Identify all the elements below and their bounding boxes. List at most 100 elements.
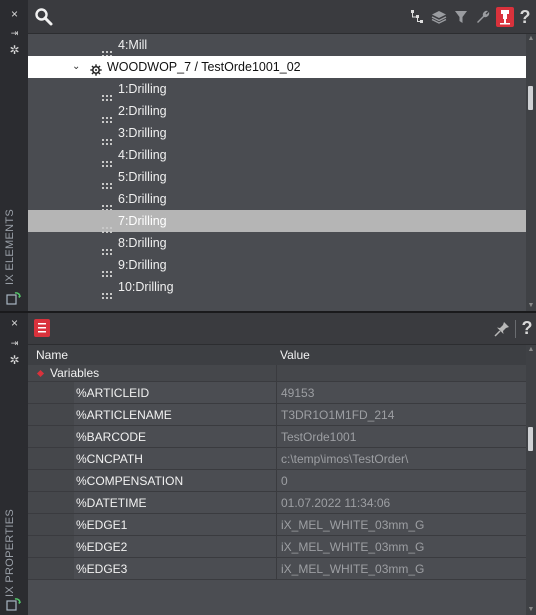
properties-side-strip: × ⇥ ✲ IX PROPERTIES — [0, 313, 28, 615]
group-value-cell — [276, 365, 526, 382]
row-gutter — [28, 558, 74, 580]
property-row[interactable]: %CNCPATH c:\temp\imos\TestOrder\ — [28, 448, 526, 470]
column-header-name[interactable]: Name — [36, 348, 68, 362]
scroll-up-icon[interactable]: ▲ — [526, 34, 536, 44]
help-icon[interactable]: ? — [520, 318, 534, 339]
tree-item[interactable]: ⌄ WOODWOP_7 / TestOrde1001_02 — [28, 56, 526, 78]
property-value[interactable]: iX_MEL_WHITE_03mm_G — [276, 536, 526, 558]
column-header-value[interactable]: Value — [280, 348, 310, 362]
auto-hide-icon[interactable]: ⇥ — [8, 337, 21, 350]
operation-icon — [102, 284, 114, 299]
properties-grid: Name Value Variables %ARTICLEID 49153 %ART… — [28, 345, 526, 615]
property-value[interactable]: 49153 — [276, 382, 526, 404]
elements-side-label: IX ELEMENTS — [4, 208, 16, 285]
scroll-down-icon[interactable]: ▼ — [526, 301, 536, 311]
property-name: %ARTICLENAME — [74, 404, 276, 426]
operation-icon — [102, 108, 114, 123]
elements-side-strip: × ⇥ ✲ IX ELEMENTS — [0, 0, 28, 311]
properties-list-icon[interactable] — [34, 319, 50, 337]
tree-item[interactable]: 5:Drilling — [28, 166, 526, 189]
operation-icon — [102, 152, 114, 167]
row-gutter — [28, 536, 74, 558]
properties-scrollbar[interactable]: ▲ ▼ — [526, 345, 536, 615]
machine-red-icon[interactable] — [496, 7, 514, 27]
settings-icon[interactable]: ✲ — [8, 354, 21, 367]
property-value[interactable]: 0 — [276, 470, 526, 492]
tree-item-label: 7:Drilling — [118, 214, 167, 228]
tree-item-label: 5:Drilling — [118, 170, 167, 184]
operation-icon — [102, 174, 114, 189]
property-value[interactable]: 01.07.2022 11:34:06 — [276, 492, 526, 514]
tree-item[interactable]: 1:Drilling — [28, 78, 526, 101]
tree-item[interactable]: 4:Drilling — [28, 144, 526, 167]
tree-item[interactable]: 8:Drilling — [28, 232, 526, 255]
collapse-marker-icon[interactable] — [36, 369, 45, 378]
property-row[interactable]: %EDGE1 iX_MEL_WHITE_03mm_G — [28, 514, 526, 536]
tree-item[interactable]: 6:Drilling — [28, 188, 526, 211]
settings-icon[interactable]: ✲ — [8, 44, 21, 57]
tree-item-label: 2:Drilling — [118, 104, 167, 118]
tree-item[interactable]: 9:Drilling — [28, 254, 526, 277]
tree-item-label: 8:Drilling — [118, 236, 167, 250]
property-row[interactable]: %EDGE2 iX_MEL_WHITE_03mm_G — [28, 536, 526, 558]
properties-tools: ? — [493, 318, 534, 339]
refresh-icon[interactable] — [6, 597, 22, 611]
properties-toolbar: ? — [28, 313, 536, 345]
help-icon[interactable]: ? — [518, 7, 532, 28]
wrench-icon[interactable] — [474, 7, 492, 27]
chevron-down-icon[interactable]: ⌄ — [72, 56, 80, 78]
row-gutter — [28, 470, 74, 492]
property-name: %EDGE2 — [74, 536, 276, 558]
auto-hide-icon[interactable]: ⇥ — [8, 27, 21, 40]
tree-item-label: 4:Mill — [118, 38, 148, 52]
app-window: × ⇥ ✲ IX ELEMENTS ? 4:Mill ⌄ WOODWOP_7 /… — [0, 0, 536, 615]
property-name: %CNCPATH — [74, 448, 276, 470]
refresh-icon[interactable] — [6, 291, 22, 305]
grid-header: Name Value — [28, 345, 526, 365]
tree-item[interactable]: 7:Drilling — [28, 210, 526, 233]
tree-structure-icon[interactable] — [408, 7, 426, 27]
operation-icon — [102, 218, 114, 233]
row-gutter — [28, 492, 74, 514]
close-icon[interactable]: × — [8, 317, 21, 330]
property-row[interactable]: %EDGE3 iX_MEL_WHITE_03mm_G — [28, 558, 526, 580]
property-value[interactable]: iX_MEL_WHITE_03mm_G — [276, 514, 526, 536]
property-row[interactable]: %ARTICLENAME T3DR1O1M1FD_214 — [28, 404, 526, 426]
elements-toolbar: ? — [28, 0, 536, 34]
tree-item[interactable]: 2:Drilling — [28, 100, 526, 123]
scroll-up-icon[interactable]: ▲ — [526, 345, 536, 355]
row-gutter — [28, 448, 74, 470]
scroll-thumb[interactable] — [528, 427, 533, 451]
property-value[interactable]: TestOrde1001 — [276, 426, 526, 448]
properties-side-label: IX PROPERTIES — [4, 508, 16, 597]
tree-item-label: 6:Drilling — [118, 192, 167, 206]
search-icon[interactable] — [34, 7, 54, 27]
close-icon[interactable]: × — [8, 8, 21, 21]
scroll-thumb[interactable] — [528, 86, 533, 110]
property-value[interactable]: T3DR1O1M1FD_214 — [276, 404, 526, 426]
property-value[interactable]: iX_MEL_WHITE_03mm_G — [276, 558, 526, 580]
elements-scrollbar[interactable]: ▲ ▼ — [526, 34, 536, 311]
property-name: %DATETIME — [74, 492, 276, 514]
layers-icon[interactable] — [430, 7, 448, 27]
property-row[interactable]: %BARCODE TestOrde1001 — [28, 426, 526, 448]
tree-item[interactable]: 10:Drilling — [28, 276, 526, 299]
scroll-down-icon[interactable]: ▼ — [526, 605, 536, 615]
property-name: %EDGE3 — [74, 558, 276, 580]
pin-icon[interactable] — [493, 319, 511, 339]
row-gutter — [28, 514, 74, 536]
group-row-variables[interactable]: Variables — [28, 365, 526, 382]
property-row[interactable]: %ARTICLEID 49153 — [28, 382, 526, 404]
row-gutter — [28, 404, 74, 426]
tree-item[interactable]: 4:Mill — [28, 34, 526, 57]
tree-item[interactable]: 3:Drilling — [28, 122, 526, 145]
property-value[interactable]: c:\temp\imos\TestOrder\ — [276, 448, 526, 470]
operation-icon — [102, 240, 114, 255]
property-row[interactable]: %COMPENSATION 0 — [28, 470, 526, 492]
elements-tools: ? — [408, 6, 532, 28]
operation-icon — [102, 42, 114, 57]
filter-icon[interactable] — [452, 7, 470, 27]
group-label: Variables — [50, 366, 100, 380]
property-row[interactable]: %DATETIME 01.07.2022 11:34:06 — [28, 492, 526, 514]
row-gutter — [28, 382, 74, 404]
